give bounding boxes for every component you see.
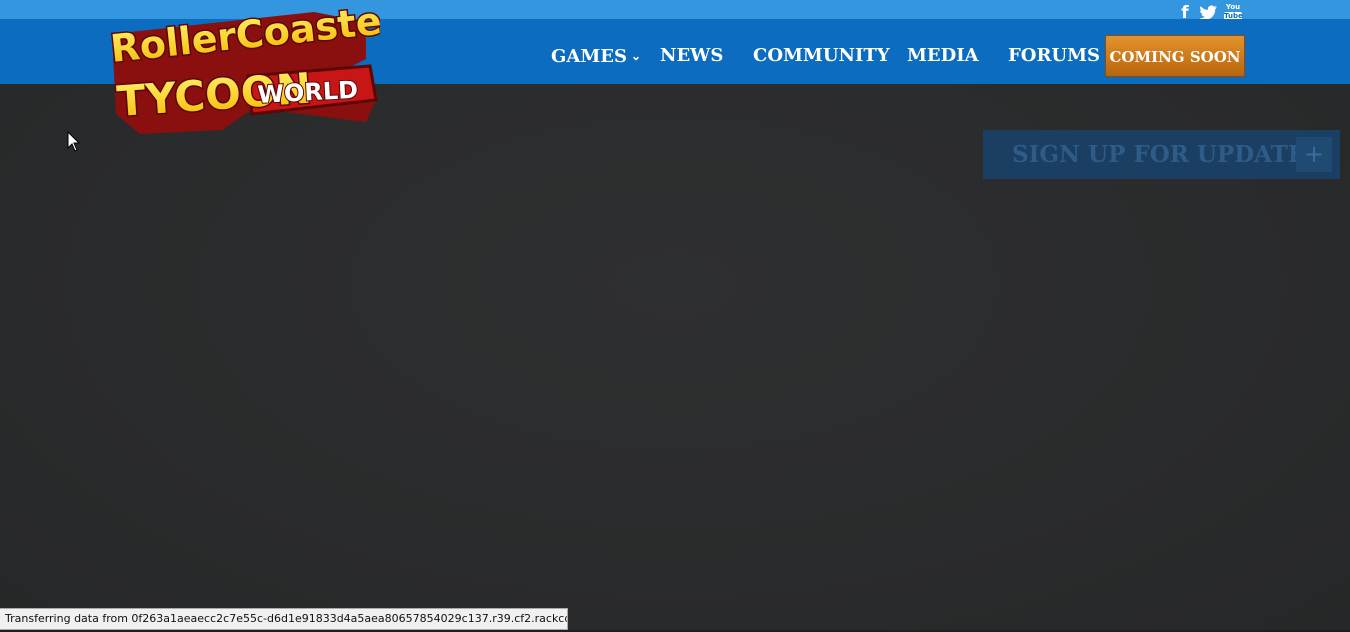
nav-games[interactable]: GAMES ⌄	[551, 19, 641, 84]
browser-status-bar: Transferring data from 0f263a1aeaecc2c7e…	[0, 608, 568, 630]
plus-icon[interactable]: +	[1296, 137, 1332, 172]
page: f You Tube RollerCoaster TYCOON WORLD GA…	[0, 0, 1350, 632]
rollercoaster-tycoon-world-logo[interactable]: RollerCoaster TYCOON WORLD	[104, 0, 404, 138]
signup-for-updates-banner[interactable]: SIGN UP FOR UPDATES! +	[983, 130, 1340, 179]
nav-community[interactable]: COMMUNITY	[753, 19, 890, 84]
nav-news[interactable]: NEWS	[660, 19, 723, 84]
nav-games-label: GAMES	[551, 46, 627, 67]
logo-line3: WORLD	[257, 76, 359, 109]
coming-soon-button[interactable]: COMING SOON	[1105, 35, 1245, 77]
nav-forums[interactable]: FORUMS	[1008, 19, 1100, 84]
mouse-cursor-icon	[67, 131, 81, 152]
nav-media[interactable]: MEDIA	[907, 19, 979, 84]
logo-image: RollerCoaster TYCOON WORLD	[107, 0, 404, 134]
signup-label: SIGN UP FOR UPDATES!	[1012, 141, 1333, 168]
youtube-icon-top: You	[1225, 3, 1241, 11]
chevron-down-icon: ⌄	[630, 49, 642, 63]
